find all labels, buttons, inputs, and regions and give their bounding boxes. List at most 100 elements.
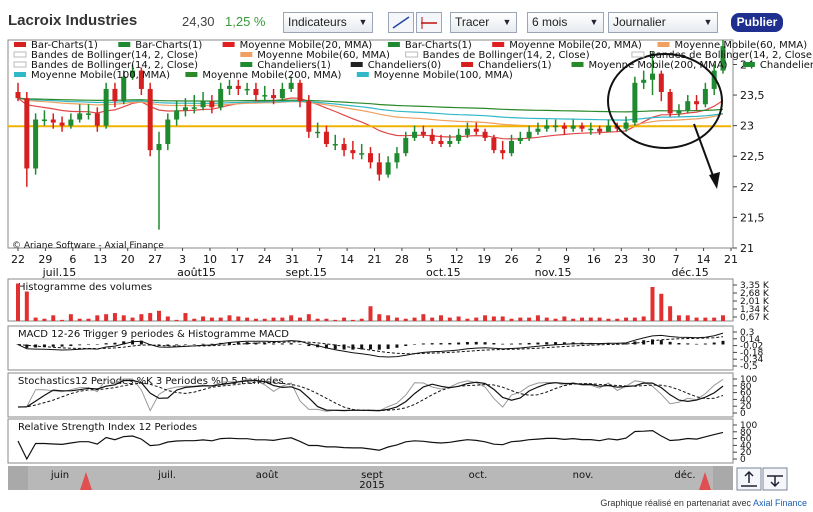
volume-bar: [201, 316, 206, 321]
volume-bar: [694, 317, 699, 321]
candle-body: [253, 88, 259, 96]
volume-bar: [253, 318, 258, 321]
candle-body: [368, 153, 373, 163]
volume-bar: [139, 314, 144, 321]
macd-histogram-bar: [413, 344, 417, 345]
candle-body: [482, 131, 488, 138]
candle-body: [68, 119, 74, 126]
volume-bar: [174, 319, 179, 321]
trendline-tool-button[interactable]: [388, 12, 414, 33]
volume-bar: [298, 317, 302, 321]
macd-histogram-bar: [686, 343, 690, 345]
candle-body: [579, 125, 585, 129]
period-select[interactable]: 6 mois ▼: [527, 12, 604, 33]
volume-bar: [42, 318, 47, 321]
stock-chart[interactable]: 2423,52322,52221,521Bar-Charts(1)Bar-Cha…: [0, 36, 813, 496]
candle-body: [77, 113, 83, 120]
navigator-month-label: oct.: [469, 470, 488, 481]
volume-bar: [465, 318, 470, 321]
volume-bar: [527, 317, 532, 321]
axial-finance-link[interactable]: Axial Finance: [753, 498, 807, 508]
legend-swatch: [387, 42, 400, 47]
volume-bar: [359, 318, 364, 321]
candle-body: [685, 101, 691, 111]
panel-title: MACD 12-26 Trigger 9 periodes & Histogra…: [18, 329, 289, 340]
legend-item: Chandeliers(1): [760, 60, 813, 71]
volume-bar: [721, 315, 725, 321]
volume-bar: [342, 317, 347, 321]
macd-histogram-bar: [554, 342, 558, 345]
draw-label: Tracer: [455, 15, 490, 29]
candle-body: [200, 101, 206, 108]
x-tick-label: 7: [673, 253, 680, 266]
publish-button[interactable]: Publier: [731, 13, 783, 32]
candle-body: [94, 113, 100, 126]
y-tick-label: 23,5: [740, 89, 765, 102]
candle-body: [385, 162, 391, 175]
legend-swatch: [631, 51, 645, 58]
candle-body: [491, 137, 497, 151]
month-label: sept.15: [286, 266, 327, 279]
volume-bar: [86, 318, 91, 321]
candle-body: [658, 73, 664, 92]
chevron-down-icon: ▼: [502, 17, 512, 27]
macd-histogram-bar: [430, 343, 434, 345]
volume-bar: [236, 316, 241, 321]
horizontal-line-icon: [421, 17, 437, 29]
x-tick-label: 28: [395, 253, 409, 266]
macd-histogram-bar: [298, 343, 302, 345]
x-tick-label: 27: [148, 253, 162, 266]
volume-bar: [68, 314, 73, 321]
candle-body: [156, 144, 162, 151]
volume-bar: [474, 317, 479, 321]
macd-histogram-bar: [307, 344, 311, 347]
volume-bar: [95, 315, 100, 321]
macd-histogram-bar: [492, 343, 496, 345]
candle-body: [15, 92, 21, 99]
volume-bar: [165, 316, 170, 321]
macd-histogram-bar: [668, 341, 672, 345]
panel-tick-label: 0: [740, 409, 746, 419]
candle-body: [526, 131, 532, 138]
candle-body: [288, 82, 294, 89]
candle-body: [535, 128, 541, 132]
macd-histogram-bar: [677, 342, 681, 345]
volume-bar: [262, 318, 267, 321]
legend-swatch: [742, 62, 755, 67]
legend-swatch: [657, 42, 670, 47]
x-tick-label: 7: [316, 253, 323, 266]
indicators-dropdown[interactable]: Indicateurs ▼: [283, 12, 373, 33]
candle-body: [650, 73, 655, 80]
legend-item: Moyenne Mobile(100, MMA): [374, 70, 513, 81]
volume-bar: [650, 286, 655, 321]
month-label: déc.15: [672, 266, 709, 279]
macd-histogram-bar: [545, 342, 549, 345]
horizontal-line-tool-button[interactable]: [416, 12, 442, 33]
volume-bar: [430, 317, 435, 321]
macd-histogram-bar: [536, 342, 540, 345]
candle-body: [667, 92, 673, 114]
volume-bar: [218, 317, 223, 321]
candle-body: [500, 150, 506, 154]
legend-swatch: [185, 72, 198, 77]
volume-bar: [403, 318, 408, 321]
candle-body: [641, 79, 647, 83]
candle-body: [464, 128, 470, 135]
candle-body: [570, 125, 576, 129]
draw-dropdown[interactable]: Tracer ▼: [450, 12, 517, 33]
candle-body: [315, 131, 321, 134]
x-tick-label: 19: [477, 253, 491, 266]
x-tick-label: 16: [587, 253, 601, 266]
legend-item: Moyenne Mobile(100, MMA): [31, 70, 170, 81]
interval-select[interactable]: Journalier ▼: [608, 12, 718, 33]
panel-tick-label: 0,67 K: [740, 313, 770, 323]
volume-bar: [112, 313, 117, 321]
volume-bar: [447, 317, 452, 321]
legend-swatch: [222, 42, 235, 47]
volume-bar: [544, 317, 549, 321]
x-tick-label: 31: [285, 253, 299, 266]
macd-histogram-bar: [483, 342, 487, 345]
candle-body: [341, 144, 347, 151]
macd-histogram-bar: [192, 344, 196, 345]
volume-bar: [289, 315, 294, 321]
